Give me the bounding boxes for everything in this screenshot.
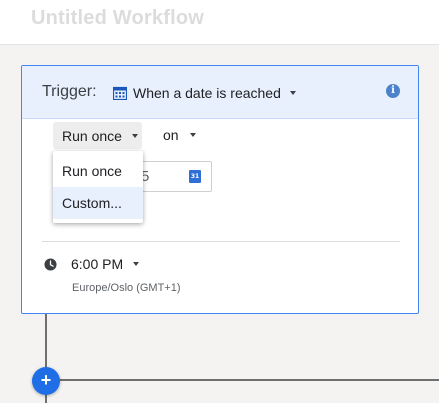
time-select[interactable]: 6:00 PM [44, 254, 140, 274]
trigger-type-select[interactable]: When a date is reached [113, 83, 296, 103]
divider [42, 241, 400, 242]
dropdown-option-run-once[interactable]: Run once [53, 155, 143, 187]
calendar-icon [113, 86, 127, 100]
trigger-card: Trigger: When a date is reached i Run on… [21, 65, 419, 314]
chevron-down-icon [189, 133, 196, 137]
calendar-picker-icon[interactable]: 31 [189, 170, 201, 183]
dropdown-option-custom[interactable]: Custom... [53, 187, 143, 219]
repeat-select-value: Run once [62, 127, 122, 144]
add-step-button[interactable]: + [32, 367, 60, 395]
date-input[interactable]: 5 31 [140, 161, 212, 192]
chevron-down-icon [131, 133, 138, 138]
chevron-down-icon [133, 262, 140, 266]
trigger-card-header: Trigger: When a date is reached i [22, 66, 418, 119]
timezone-label: Europe/Oslo (GMT+1) [72, 282, 181, 294]
time-value: 6:00 PM [71, 256, 124, 272]
chevron-down-icon [289, 91, 296, 95]
workflow-title[interactable]: Untitled Workflow [31, 7, 204, 30]
trigger-label: Trigger: [42, 83, 97, 100]
repeat-dropdown-menu: Run once Custom... [53, 151, 143, 223]
workflow-connector-horizontal [46, 379, 439, 381]
clock-icon [44, 257, 57, 271]
trigger-type-value: When a date is reached [133, 85, 281, 101]
info-icon[interactable]: i [386, 84, 400, 98]
on-select-label: on [163, 127, 179, 143]
app-header: Untitled Workflow [0, 0, 439, 45]
on-select[interactable]: on [163, 127, 196, 143]
repeat-select[interactable]: Run once [53, 122, 142, 149]
